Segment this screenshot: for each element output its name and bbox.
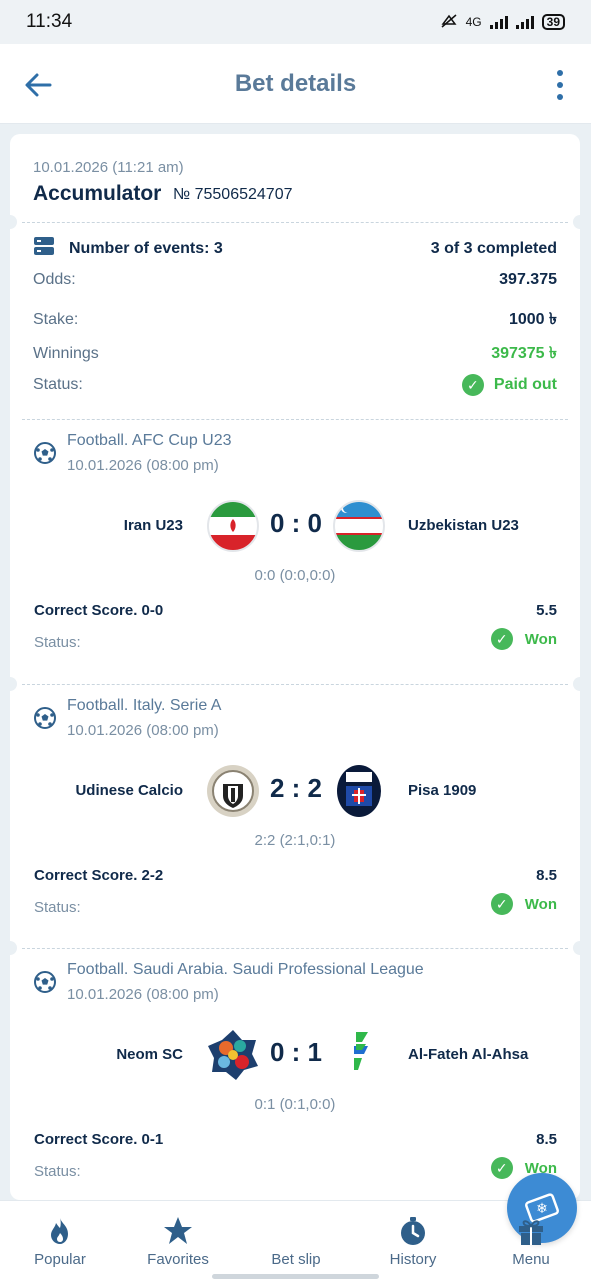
nav-history-label: History [389, 1251, 437, 1268]
nav-history[interactable]: History [363, 1201, 463, 1280]
notch [573, 215, 580, 229]
pick-odd: 8.5 [536, 1131, 557, 1148]
back-arrow-icon[interactable] [22, 68, 56, 102]
score: 0 : 0 [269, 508, 323, 538]
pick-label: Correct Score. 2-2 [34, 867, 164, 884]
check-icon: ✓ [490, 1157, 513, 1179]
status-time: 11:34 [26, 11, 73, 32]
nav-popular[interactable]: Popular [10, 1201, 110, 1280]
score-detail: 0:1 (0:1,0:0) [254, 1096, 336, 1113]
nav-menu-label: Menu [512, 1251, 550, 1268]
stake-label: Stake: [33, 310, 79, 328]
event-status-value: Won [524, 630, 557, 648]
network-label: 4G [465, 15, 482, 29]
nav-betslip-label: Bet slip [271, 1251, 321, 1268]
divider [22, 948, 568, 949]
notch [10, 941, 17, 955]
score: 0 : 1 [269, 1037, 323, 1067]
signal-icon-2 [515, 15, 534, 29]
neom-crest-icon [206, 1028, 260, 1082]
list-icon [33, 236, 55, 261]
check-icon: ✓ [490, 893, 513, 915]
event-league: Football. Italy. Serie A [67, 697, 222, 714]
bet-card: 10.01.2026 (11:21 am) Accumulator № 7550… [10, 134, 580, 1200]
event-date: 10.01.2026 (08:00 pm) [67, 986, 219, 1003]
football-icon [34, 971, 56, 993]
gift-icon [515, 1215, 547, 1247]
event-status-label: Status: [34, 634, 81, 651]
pick-label: Correct Score. 0-0 [34, 602, 164, 619]
event-status-label: Status: [34, 899, 81, 916]
event-date: 10.01.2026 (08:00 pm) [67, 457, 219, 474]
winnings-value: 397375 ৳ [491, 345, 557, 362]
event-league: Football. Saudi Arabia. Saudi Profession… [67, 961, 424, 978]
event-status-value: Won [524, 895, 557, 913]
status-icons: 4G 39 [440, 13, 565, 32]
mute-icon [440, 13, 458, 32]
score-detail: 0:0 (0:0,0:0) [254, 567, 336, 584]
nav-menu[interactable]: Menu [481, 1201, 581, 1280]
flame-icon [44, 1215, 76, 1247]
nav-favorites-label: Favorites [147, 1251, 209, 1268]
nav-betslip[interactable]: ❄ Bet slip [246, 1173, 577, 1280]
away-team: Al-Fateh Al-Ahsa [408, 1046, 529, 1063]
pick-odd: 8.5 [536, 867, 557, 884]
home-team: Neom SC [116, 1046, 183, 1063]
football-icon [34, 707, 56, 729]
event-status: ✓ Won [490, 893, 557, 915]
status-badge: ✓ Paid out [461, 374, 557, 396]
event-league: Football. AFC Cup U23 [67, 432, 232, 449]
divider [22, 419, 568, 420]
home-indicator[interactable] [212, 1274, 379, 1279]
odds-value: 397.375 [499, 271, 557, 288]
home-team: Iran U23 [123, 517, 183, 534]
battery-icon: 39 [541, 14, 565, 30]
status-label: Status: [33, 376, 83, 393]
stake-value: 1000 ৳ [508, 311, 557, 328]
winnings-label: Winnings [33, 344, 99, 362]
events-count: Number of events: 3 [33, 236, 223, 261]
odds-label: Odds: [33, 271, 76, 288]
home-team: Udinese Calcio [75, 782, 183, 799]
status-bar: 11:34 4G 39 [0, 0, 591, 44]
notch [10, 677, 17, 691]
away-team: Pisa 1909 [408, 782, 477, 799]
pisa-crest-icon [332, 764, 386, 818]
divider [22, 684, 568, 685]
notch [573, 941, 580, 955]
more-options-icon[interactable] [555, 70, 565, 100]
bet-date: 10.01.2026 (11:21 am) [33, 159, 184, 176]
events-label: Number of events: 3 [69, 239, 223, 257]
al-fateh-crest-icon [332, 1028, 386, 1082]
event-date: 10.01.2026 (08:00 pm) [67, 722, 219, 739]
pick-label: Correct Score. 0-1 [34, 1131, 164, 1148]
nav-popular-label: Popular [34, 1251, 86, 1268]
notch [573, 677, 580, 691]
nav-favorites[interactable]: Favorites [128, 1201, 228, 1280]
notch [10, 215, 17, 229]
bet-number: № 75506524707 [173, 186, 293, 203]
pick-odd: 5.5 [536, 602, 557, 619]
uzbekistan-flag-icon [332, 499, 386, 553]
star-icon [162, 1215, 194, 1247]
app-header: Bet details [0, 44, 591, 124]
event-status-label: Status: [34, 1163, 81, 1180]
check-icon: ✓ [461, 374, 484, 396]
score: 2 : 2 [269, 773, 323, 803]
football-icon [34, 442, 56, 464]
bottom-nav: Popular Favorites ❄ Bet slip History Men… [0, 1173, 591, 1280]
divider [22, 222, 568, 223]
check-icon: ✓ [490, 628, 513, 650]
udinese-crest-icon [206, 764, 260, 818]
score-detail: 2:2 (2:1,0:1) [254, 832, 336, 849]
bet-type: Accumulator [33, 182, 162, 205]
events-value: 3 of 3 completed [430, 239, 557, 257]
page-title: Bet details [234, 69, 357, 97]
clock-icon [397, 1215, 429, 1247]
event-status: ✓ Won [490, 628, 557, 650]
iran-flag-icon [206, 499, 260, 553]
status-value: Paid out [493, 376, 557, 393]
away-team: Uzbekistan U23 [408, 517, 519, 534]
signal-icon [489, 15, 508, 29]
